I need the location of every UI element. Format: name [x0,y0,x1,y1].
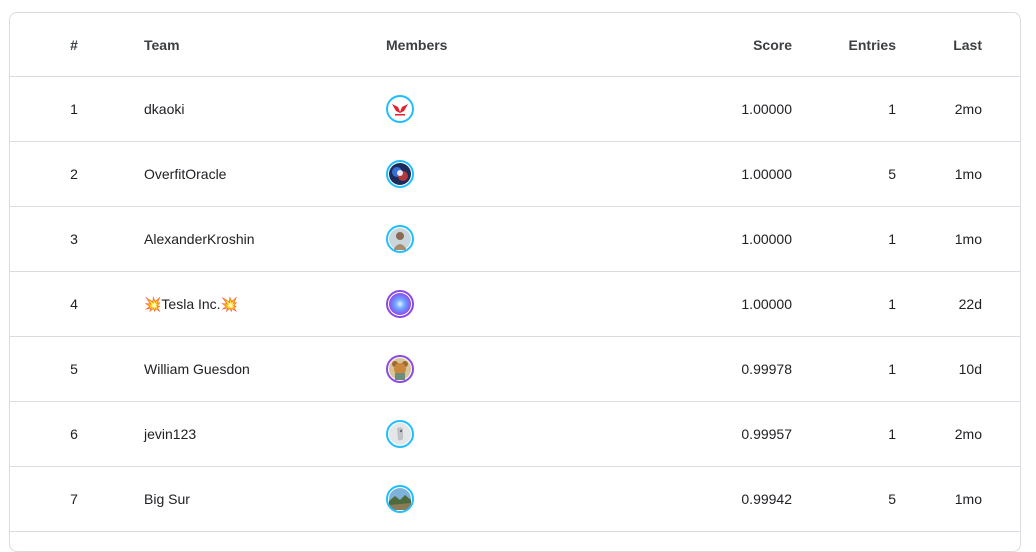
score-cell: 0.99978 [741,361,792,377]
team-name-link[interactable]: William Guesdon [144,337,374,401]
column-header-score[interactable]: Score [672,13,792,76]
team-name-link[interactable]: Big Sur [144,467,374,531]
score-cell: 0.99942 [741,491,792,507]
rank-cell: 5 [70,361,78,377]
red-wings-logo-avatar-icon[interactable] [386,95,414,123]
team-name-link[interactable]: AlexanderKroshin [144,207,374,271]
column-header-entries[interactable]: Entries [816,13,896,76]
last-submission-cell: 1mo [954,166,982,182]
rank-cell: 7 [70,491,78,507]
score-cell: 1.00000 [741,101,792,117]
rank-cell: 6 [70,426,78,442]
leaderboard-header-row: # Team Members Score Entries Last [10,13,1020,77]
last-submission-cell: 22d [958,296,982,312]
leaderboard-row[interactable]: 7 Big Sur 0.99942 5 1mo [10,467,1020,532]
entries-cell: 1 [888,296,896,312]
last-submission-cell: 10d [958,361,982,377]
score-cell: 1.00000 [741,166,792,182]
entries-cell: 5 [888,166,896,182]
last-submission-cell: 1mo [954,491,982,507]
last-submission-cell: 2mo [954,426,982,442]
entries-cell: 1 [888,231,896,247]
leaderboard-row[interactable]: 3 AlexanderKroshin 1.00000 1 1mo [10,207,1020,272]
leaderboard-table: # Team Members Score Entries Last 1 dkao… [9,12,1021,552]
person-photo-avatar-icon[interactable] [386,225,414,253]
entries-cell: 1 [888,101,896,117]
grey-sketch-avatar-icon[interactable] [386,420,414,448]
rank-cell: 4 [70,296,78,312]
rank-cell: 2 [70,166,78,182]
rank-cell: 1 [70,101,78,117]
team-name-link[interactable]: OverfitOracle [144,142,374,206]
last-submission-cell: 1mo [954,231,982,247]
column-header-last[interactable]: Last [922,13,982,76]
entries-cell: 1 [888,361,896,377]
score-cell: 1.00000 [741,231,792,247]
leaderboard-row[interactable]: 4 💥Tesla Inc.💥 1.00000 1 22d [10,272,1020,337]
entries-cell: 1 [888,426,896,442]
leaderboard-row[interactable]: 2 OverfitOracle 1.00000 5 1mo [10,142,1020,207]
team-name-link[interactable]: dkaoki [144,77,374,141]
cartoon-bear-avatar-icon[interactable] [386,355,414,383]
team-name-link[interactable]: jevin123 [144,402,374,466]
column-header-team[interactable]: Team [144,13,374,76]
members-cell [386,337,506,401]
score-cell: 1.00000 [741,296,792,312]
members-cell [386,77,506,141]
members-cell [386,207,506,271]
score-cell: 0.99957 [741,426,792,442]
rank-cell: 3 [70,231,78,247]
leaderboard-row[interactable]: 1 dkaoki 1.00000 1 2mo [10,77,1020,142]
entries-cell: 5 [888,491,896,507]
colorful-photo-avatar-icon[interactable] [386,160,414,188]
members-cell [386,142,506,206]
column-header-members: Members [386,36,448,53]
blue-gradient-avatar-icon[interactable] [386,290,414,318]
members-cell [386,402,506,466]
leaderboard-row[interactable]: 6 jevin123 0.99957 1 2mo [10,402,1020,467]
team-name-link[interactable]: 💥Tesla Inc.💥 [144,272,374,336]
members-cell [386,272,506,336]
column-header-rank[interactable]: # [64,13,84,76]
last-submission-cell: 2mo [954,101,982,117]
members-cell [386,467,506,531]
leaderboard-row[interactable]: 5 William Guesdon 0.99978 1 10d [10,337,1020,402]
landscape-photo-avatar-icon[interactable] [386,485,414,513]
